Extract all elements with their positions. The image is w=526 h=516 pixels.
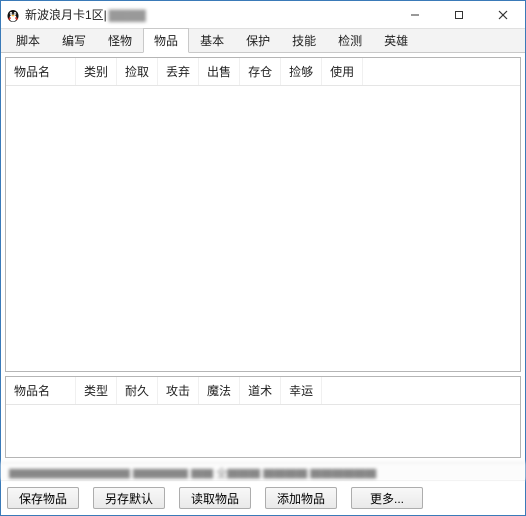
button-bar: 保存物品 另存默认 读取物品 添加物品 更多...: [1, 480, 525, 515]
tab-edit[interactable]: 编写: [51, 28, 97, 52]
tab-detect[interactable]: 检测: [327, 28, 373, 52]
maximize-button[interactable]: [437, 1, 481, 29]
load-items-button[interactable]: 读取物品: [179, 487, 251, 509]
col-pickup[interactable]: 捡取: [117, 58, 158, 85]
minimize-button[interactable]: [393, 1, 437, 29]
content-area: 物品名 类别 捡取 丢弃 出售 存仓 捡够 使用 物品名 类型 耐久 攻击 魔法…: [1, 53, 525, 462]
col-category[interactable]: 类别: [76, 58, 117, 85]
more-button[interactable]: 更多...: [351, 487, 423, 509]
item-rules-grid[interactable]: 物品名 类别 捡取 丢弃 出售 存仓 捡够 使用: [5, 57, 521, 372]
item-detail-body[interactable]: [6, 405, 520, 458]
col2-attack[interactable]: 攻击: [158, 377, 199, 404]
col2-item-name[interactable]: 物品名: [6, 377, 76, 404]
col-item-name[interactable]: 物品名: [6, 58, 76, 85]
close-button[interactable]: [481, 1, 525, 29]
item-rules-header: 物品名 类别 捡取 丢弃 出售 存仓 捡够 使用: [6, 58, 520, 86]
col2-luck[interactable]: 幸运: [281, 377, 322, 404]
app-icon: [5, 7, 21, 23]
col-pick-enough[interactable]: 捡够: [281, 58, 322, 85]
item-rules-body[interactable]: [6, 86, 520, 372]
item-detail-header: 物品名 类型 耐久 攻击 魔法 道术 幸运: [6, 377, 520, 405]
col2-durability[interactable]: 耐久: [117, 377, 158, 404]
save-items-button[interactable]: 保存物品: [7, 487, 79, 509]
status-bar: ▇▇▇▇▇▇▇▇▇▇▇ ▇▇▇▇▇ ▇▇ 全▇▇▇ ▇▇▇▇ ▇▇▇▇▇▇: [1, 462, 525, 480]
tab-bar: 脚本 编写 怪物 物品 基本 保护 技能 检测 英雄: [1, 29, 525, 53]
tab-skill[interactable]: 技能: [281, 28, 327, 52]
save-default-button[interactable]: 另存默认: [93, 487, 165, 509]
col2-magic[interactable]: 魔法: [199, 377, 240, 404]
col-use[interactable]: 使用: [322, 58, 363, 85]
tab-script[interactable]: 脚本: [5, 28, 51, 52]
add-item-button[interactable]: 添加物品: [265, 487, 337, 509]
tab-basic[interactable]: 基本: [189, 28, 235, 52]
tab-item[interactable]: 物品: [143, 28, 189, 53]
window-title: 新波浪月卡1区|: [25, 6, 107, 23]
item-detail-grid[interactable]: 物品名 类型 耐久 攻击 魔法 道术 幸运: [5, 376, 521, 458]
title-bar: 新波浪月卡1区| ▇▇▇▇: [1, 1, 525, 29]
tab-protect[interactable]: 保护: [235, 28, 281, 52]
col-sell[interactable]: 出售: [199, 58, 240, 85]
tab-monster[interactable]: 怪物: [97, 28, 143, 52]
tab-hero[interactable]: 英雄: [373, 28, 419, 52]
col2-type[interactable]: 类型: [76, 377, 117, 404]
col2-taoist[interactable]: 道术: [240, 377, 281, 404]
window-title-extra: ▇▇▇▇: [109, 8, 146, 22]
col-discard[interactable]: 丢弃: [158, 58, 199, 85]
col-store[interactable]: 存仓: [240, 58, 281, 85]
